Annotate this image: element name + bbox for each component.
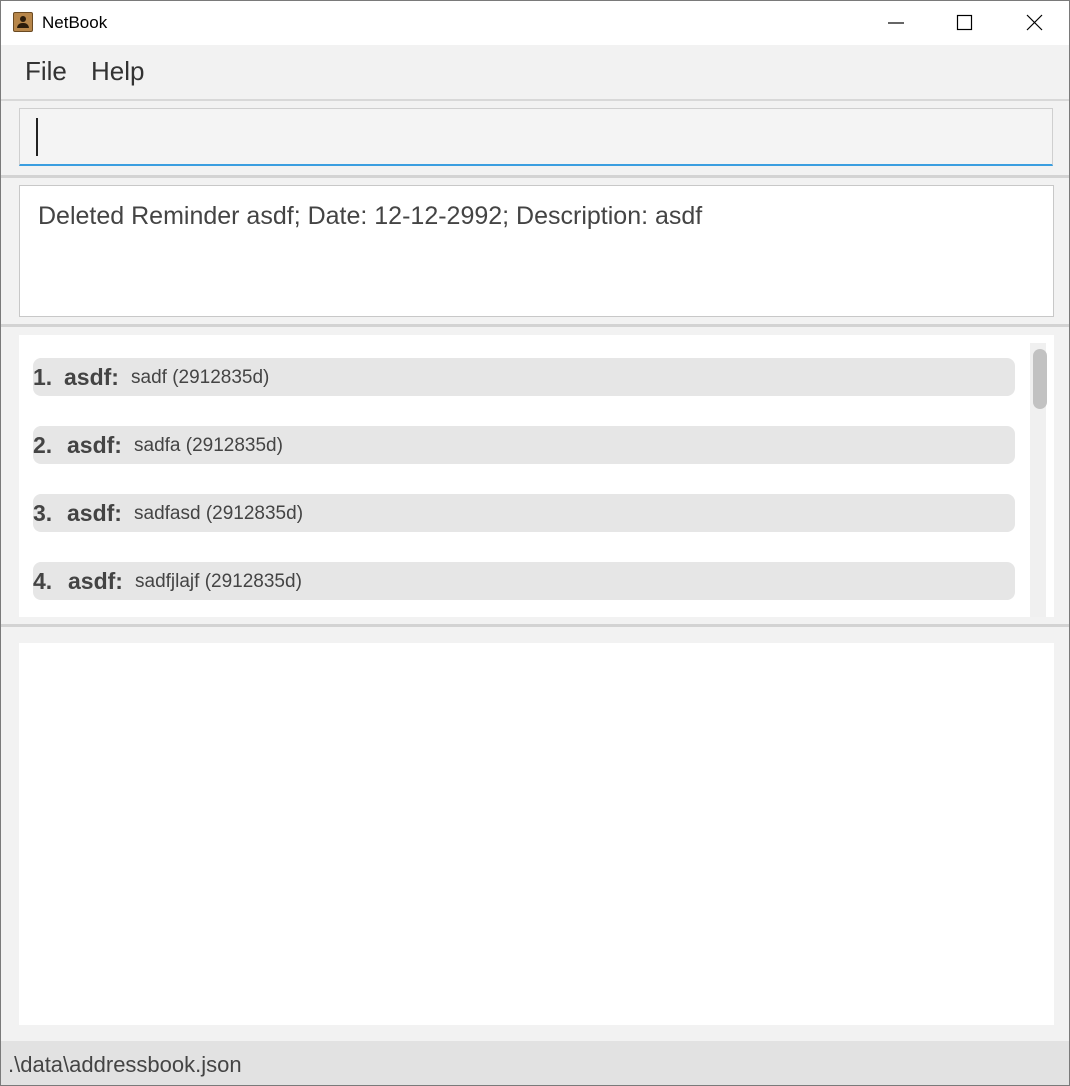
list-panel: 1. asdf: sadf (2912835d) 2. asdf: sadfa …: [1, 327, 1069, 627]
text-caret: [36, 118, 38, 156]
save-location: .\data\addressbook.json: [8, 1052, 242, 1077]
result-panel: Deleted Reminder asdf; Date: 12-12-2992;…: [1, 178, 1069, 327]
status-bar: .\data\addressbook.json: [1, 1041, 1069, 1085]
reminder-list[interactable]: 1. asdf: sadf (2912835d) 2. asdf: sadfa …: [19, 335, 1054, 617]
list-item-detail: sadf (2912835d): [131, 367, 270, 388]
maximize-button[interactable]: [930, 1, 1000, 45]
detail-panel: [1, 627, 1069, 1041]
list-item-name: asdf:: [67, 500, 122, 526]
scrollbar-thumb[interactable]: [1033, 349, 1047, 409]
list-item-index: 1.: [33, 364, 53, 390]
result-message: Deleted Reminder asdf; Date: 12-12-2992;…: [38, 202, 703, 230]
list-item-detail: sadfa (2912835d): [134, 435, 283, 456]
list-item[interactable]: 2. asdf: sadfa (2912835d): [33, 426, 1015, 464]
close-icon: [1026, 14, 1043, 31]
close-button[interactable]: [999, 1, 1069, 45]
list-item[interactable]: 4. asdf: sadfjlajf (2912835d): [33, 562, 1015, 600]
list-item-index: 3.: [33, 500, 53, 526]
list-item[interactable]: 3. asdf: sadfasd (2912835d): [33, 494, 1015, 532]
address-book-icon: [13, 12, 33, 32]
menu-file[interactable]: File: [25, 56, 67, 87]
menu-help[interactable]: Help: [91, 56, 144, 87]
result-display[interactable]: Deleted Reminder asdf; Date: 12-12-2992;…: [19, 185, 1054, 317]
list-item-index: 4.: [33, 568, 53, 594]
list-item-name: asdf:: [64, 364, 119, 390]
minimize-button[interactable]: [861, 1, 931, 45]
list-item-detail: sadfasd (2912835d): [134, 503, 304, 524]
menu-bar: File Help: [1, 45, 1069, 101]
title-bar[interactable]: NetBook: [1, 1, 1069, 45]
list-item[interactable]: 1. asdf: sadf (2912835d): [33, 358, 1015, 396]
command-panel: [1, 101, 1069, 178]
list-scrollbar[interactable]: [1030, 343, 1047, 617]
list-item-index: 2.: [33, 432, 53, 458]
maximize-icon: [956, 14, 973, 31]
list-item-detail: sadfjlajf (2912835d): [135, 571, 302, 592]
window-title: NetBook: [42, 13, 108, 32]
app-window: NetBook File Help Deleted Reminder asdf;…: [0, 0, 1070, 1086]
list-item-name: asdf:: [67, 432, 122, 458]
list-item-name: asdf:: [68, 568, 123, 594]
detail-display: [19, 643, 1054, 1025]
command-input[interactable]: [19, 108, 1053, 166]
minimize-icon: [888, 22, 904, 24]
